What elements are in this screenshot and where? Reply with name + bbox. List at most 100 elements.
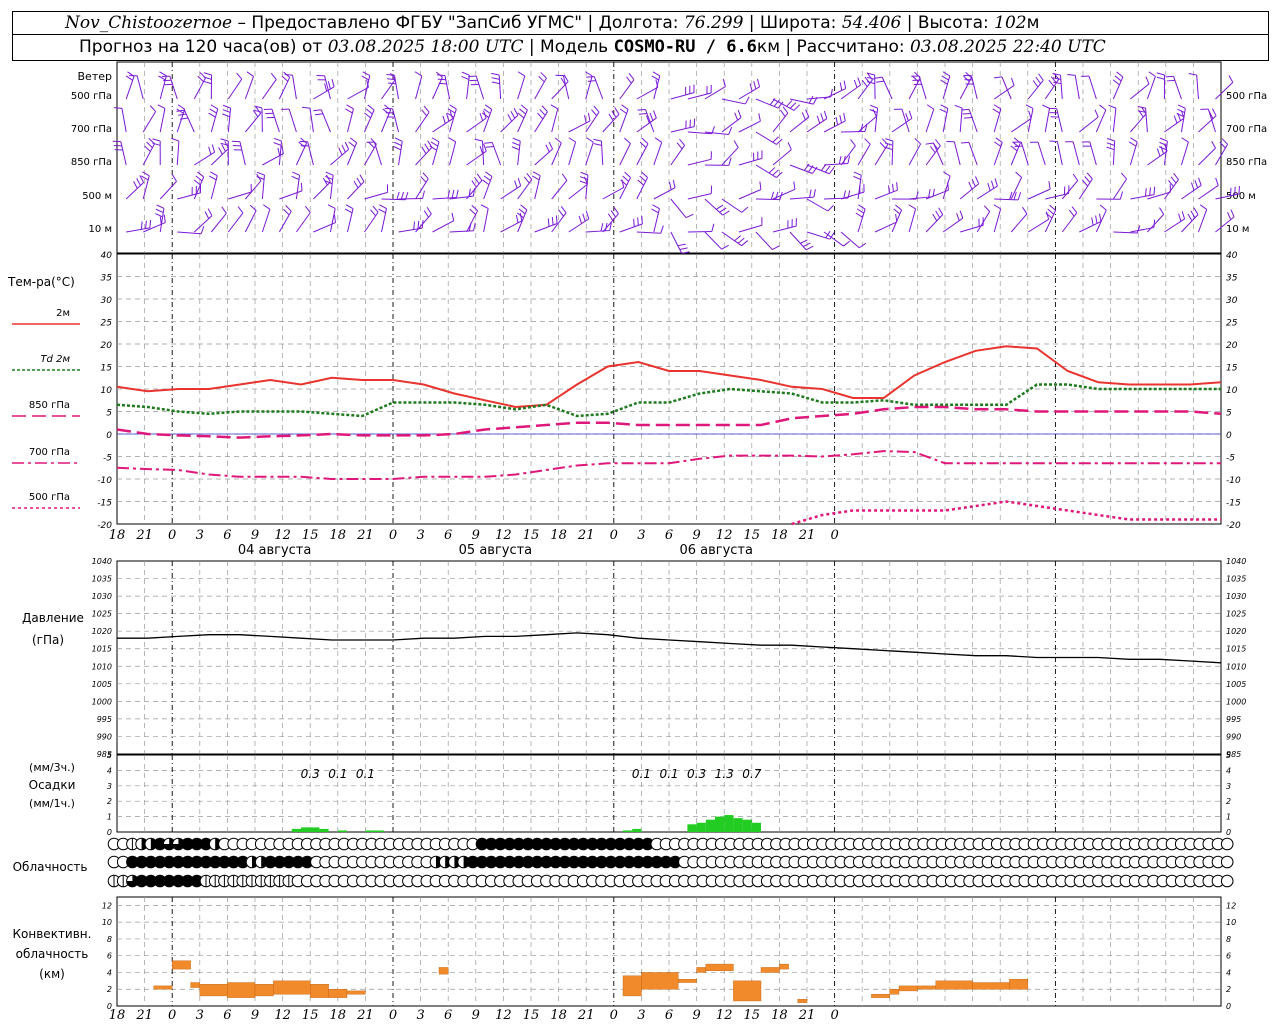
wind-barb-flag [1190, 210, 1196, 219]
precip-bar [310, 827, 320, 832]
wind-barb-flag [855, 212, 863, 218]
precip-bar [715, 816, 725, 832]
wind-barb-staff [874, 221, 898, 233]
wind-barb-flag [935, 210, 941, 219]
wind-barb-flag [550, 104, 559, 110]
wind-barb [244, 106, 262, 133]
wind-barb-staff [704, 86, 726, 100]
wind-barb-flag [545, 144, 550, 153]
wind-barb-flag [622, 175, 629, 182]
wind-barb [789, 189, 816, 200]
wind-barb-flag [753, 81, 757, 90]
wind-barb-flag [301, 106, 311, 109]
wind-barb-flag [461, 71, 470, 76]
wind-barb-staff [239, 141, 246, 166]
wind-barb-flag [685, 213, 694, 219]
wind-barb-flag [591, 109, 598, 116]
wind-barb-staff [959, 77, 972, 100]
wind-barb-flag [1198, 177, 1202, 186]
cloud-circle [1220, 837, 1234, 851]
wind-barb [432, 189, 459, 200]
wind-barb [942, 171, 951, 200]
wind-barb-flag [1068, 209, 1075, 217]
pressure-y-tick-left: 1010 [92, 662, 112, 671]
wind-barb-staff [534, 148, 553, 166]
wind-barb-flag [679, 138, 685, 146]
wind-barb-flag [367, 104, 375, 111]
precip-y-tick-right: 0 [1226, 828, 1231, 837]
x-tick-label: 6 [665, 528, 673, 543]
wind-barb-flag [125, 75, 133, 81]
wind-barb [908, 138, 922, 166]
wind-barb-flag [136, 178, 141, 186]
wind-barb-flag [995, 137, 1003, 143]
wind-barb [1045, 185, 1070, 200]
wind-barb-flag [420, 176, 427, 183]
wind-barb-staff [313, 181, 331, 200]
wind-barb-flag [853, 175, 861, 180]
wind-barb-flag [346, 104, 354, 110]
wind-barb-flag [1042, 104, 1050, 109]
x-tick-label: 21 [356, 1008, 374, 1023]
x-tick-label: 18 [330, 528, 347, 543]
x-tick-label: 3 [196, 1008, 204, 1023]
wind-barb-staff [636, 143, 649, 166]
wind-barb-staff [295, 212, 311, 233]
precip-3h-value: 0.1 [356, 767, 375, 781]
wind-barb-flag [963, 75, 970, 82]
wind-barb-flag [149, 219, 152, 228]
precip-y-tick-left: 1 [107, 813, 112, 822]
precip-3h-value: 0.7 [742, 767, 761, 781]
wind-barb-flag [1084, 176, 1091, 183]
conv-cloud-bar [935, 980, 973, 990]
wind-barb-flag [448, 137, 456, 143]
wind-barb-staff [755, 131, 777, 145]
conv-cloud-bar [678, 978, 697, 983]
cloud-symbol [1220, 874, 1234, 888]
wind-barb [415, 140, 433, 166]
wind-barb-staff [227, 78, 243, 100]
wind-barb-staff [1146, 76, 1156, 100]
wind-barb [448, 137, 457, 166]
temp-y-tick-right: 25 [1226, 319, 1238, 329]
wind-barb-staff [329, 208, 336, 233]
wind-barb-flag [345, 204, 354, 210]
wind-barb-flag [517, 112, 525, 119]
wind-barb-flag [737, 109, 742, 118]
wind-barb-staff [738, 157, 763, 166]
wind-barb-staff [534, 77, 547, 100]
wind-barb-flag [768, 167, 776, 174]
precip-title: Осадки [29, 778, 76, 792]
wind-barb-flag [1049, 204, 1056, 211]
wind-barb-flag [580, 171, 589, 176]
wind-barb [284, 73, 297, 100]
wind-barb-flag [800, 239, 808, 244]
precip-y-tick-right: 1 [1226, 813, 1231, 822]
wind-barb [208, 104, 219, 133]
x-tick-label: 18 [109, 1008, 126, 1023]
wind-barb-staff [313, 86, 335, 100]
wind-barb [261, 72, 277, 100]
conv-y-tick-left: 8 [107, 935, 112, 944]
wind-barb-staff [738, 224, 763, 233]
x-tick-label: 12 [495, 528, 512, 543]
wind-barb [1130, 76, 1150, 100]
temp-y-tick-left: 0 [106, 431, 112, 441]
wind-barb [1130, 186, 1156, 200]
wind-barb-flag [523, 176, 530, 184]
wind-barb-flag [313, 109, 322, 112]
temp-y-tick-right: 5 [1226, 409, 1232, 419]
wind-barb-flag [823, 110, 828, 119]
wind-barb-flag [993, 76, 1003, 79]
wind-barb-flag [787, 142, 792, 150]
wind-barb-flag [715, 204, 724, 210]
wind-barb-flag [474, 176, 480, 185]
wind-barb [789, 95, 818, 105]
wind-barb-flag [561, 173, 568, 181]
wind-barb-flag [368, 141, 375, 149]
wind-barb-staff [806, 231, 831, 240]
wind-barb [1095, 204, 1107, 233]
wind-barb-flag [1025, 104, 1034, 109]
wind-barb [366, 141, 382, 166]
wind-barb [378, 204, 388, 233]
